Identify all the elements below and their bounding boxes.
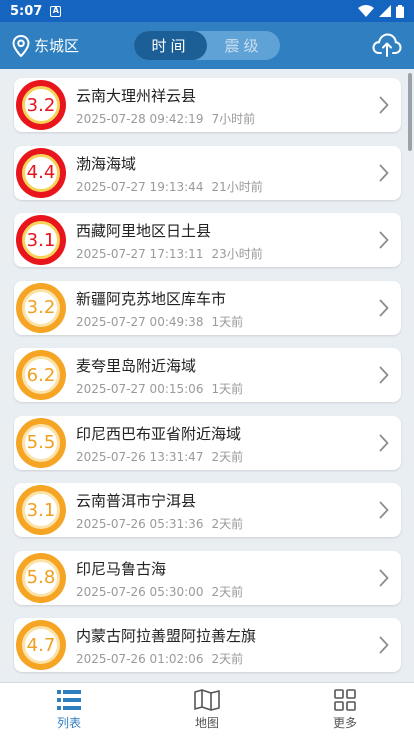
- quake-meta: 2025-07-27 00:15:06 1天前: [76, 380, 243, 397]
- quake-location: 云南普洱市宁洱县: [76, 492, 197, 510]
- magnitude-badge: 3.1: [16, 485, 66, 535]
- quake-ago: 23小时前: [211, 247, 263, 261]
- battery-icon: [396, 4, 404, 18]
- notification-icon: A: [50, 5, 62, 17]
- magnitude-badge: 4.7: [16, 620, 66, 670]
- quake-time: 2025-07-27 00:49:38: [76, 314, 204, 329]
- quake-meta: 2025-07-26 01:02:06 2天前: [76, 650, 243, 667]
- upload-button[interactable]: [372, 32, 402, 62]
- quake-time: 2025-07-27 19:13:44: [76, 179, 204, 194]
- magnitude-value: 5.5: [22, 423, 60, 462]
- quake-location: 新疆阿克苏地区库车市: [76, 289, 227, 308]
- tab-more-label: 更多: [332, 715, 357, 730]
- quake-ago: 1天前: [211, 382, 244, 396]
- chevron-right-icon: [379, 569, 389, 586]
- magnitude-value: 4.7: [22, 626, 60, 664]
- magnitude-badge: 3.1: [16, 215, 66, 265]
- quake-list-item[interactable]: 5.5 印尼西巴布亚省附近海域 2025-07-26 13:31:47 2天前: [14, 415, 401, 470]
- quake-list-item[interactable]: 3.1 云南普洱市宁洱县 2025-07-26 05:31:36 2天前: [14, 483, 401, 537]
- tab-magnitude[interactable]: 震级: [207, 31, 280, 60]
- quake-list-item[interactable]: 4.7 内蒙古阿拉善盟阿拉善左旗 2025-07-26 01:02:06 2天前: [14, 618, 401, 672]
- location-selector[interactable]: 东城区: [12, 34, 80, 57]
- map-icon: [194, 688, 220, 711]
- tab-time[interactable]: 时间: [134, 31, 207, 60]
- quake-meta: 2025-07-26 05:30:00 2天前: [76, 583, 243, 600]
- magnitude-badge: 5.5: [16, 417, 66, 468]
- magnitude-badge: 3.2: [16, 80, 66, 130]
- app-bar: 东城区 时间 震级: [0, 22, 414, 69]
- bottom-nav: 列表 地图 更多: [0, 682, 414, 736]
- signal-icon: [379, 5, 391, 17]
- chevron-right-icon: [379, 501, 389, 519]
- location-pin-icon: [12, 34, 30, 57]
- quake-list-item[interactable]: 3.2 云南大理州祥云县 2025-07-28 09:42:19 7小时前: [14, 78, 401, 132]
- quake-list-item[interactable]: 3.1 西藏阿里地区日土县 2025-07-27 17:13:11 23小时前: [14, 213, 401, 267]
- quake-meta: 2025-07-27 00:49:38 1天前: [76, 313, 243, 330]
- magnitude-badge: 6.2: [16, 350, 66, 400]
- tab-map[interactable]: 地图: [138, 683, 276, 736]
- quake-meta: 2025-07-28 09:42:19 7小时前: [76, 110, 255, 127]
- tab-list[interactable]: 列表: [0, 683, 138, 736]
- scrollbar[interactable]: [408, 73, 412, 151]
- quake-list-item[interactable]: 4.4 渤海海域 2025-07-27 19:13:44 21小时前: [14, 145, 401, 200]
- quake-ago: 21小时前: [211, 179, 263, 194]
- quake-ago: 7小时前: [211, 112, 256, 126]
- chevron-right-icon: [379, 434, 389, 451]
- magnitude-badge: 4.4: [16, 147, 66, 198]
- magnitude-badge: 3.2: [16, 282, 66, 333]
- quake-time: 2025-07-27 17:13:11: [76, 247, 204, 261]
- quake-meta: 2025-07-26 13:31:47 2天前: [76, 448, 243, 465]
- status-time: 5:07: [10, 3, 43, 19]
- location-label: 东城区: [34, 37, 80, 55]
- quake-list-item[interactable]: 3.2 新疆阿克苏地区库车市 2025-07-27 00:49:38 1天前: [14, 280, 401, 335]
- quake-time: 2025-07-26 05:31:36: [76, 517, 204, 531]
- magnitude-value: 5.8: [22, 558, 60, 597]
- quake-meta: 2025-07-27 17:13:11 23小时前: [76, 245, 263, 262]
- quake-ago: 1天前: [211, 314, 244, 329]
- quake-location: 云南大理州祥云县: [76, 87, 197, 105]
- quake-location: 西藏阿里地区日土县: [76, 222, 212, 240]
- quake-ago: 2天前: [211, 517, 244, 531]
- quake-time: 2025-07-26 13:31:47: [76, 449, 204, 464]
- sort-toggle: 时间 震级: [134, 31, 280, 60]
- list-icon: [57, 689, 81, 710]
- quake-location: 印尼马鲁古海: [76, 559, 167, 578]
- tab-more[interactable]: 更多: [276, 683, 414, 736]
- tab-list-label: 列表: [56, 715, 81, 730]
- quake-list-item[interactable]: 5.8 印尼马鲁古海 2025-07-26 05:30:00 2天前: [14, 550, 401, 605]
- quake-list-item[interactable]: 6.2 麦夸里岛附近海域 2025-07-27 00:15:06 1天前: [14, 348, 401, 402]
- magnitude-value: 3.2: [22, 288, 60, 327]
- magnitude-value: 6.2: [22, 356, 60, 394]
- quake-location: 渤海海域: [76, 154, 137, 173]
- quake-time: 2025-07-26 01:02:06: [76, 652, 204, 666]
- quake-time: 2025-07-27 00:15:06: [76, 382, 204, 396]
- quake-ago: 2天前: [211, 652, 244, 666]
- quake-ago: 2天前: [211, 584, 244, 599]
- quake-meta: 2025-07-26 05:31:36 2天前: [76, 515, 243, 532]
- quake-list: 3.2 云南大理州祥云县 2025-07-28 09:42:19 7小时前 4.4 渤海海…: [0, 69, 414, 682]
- grid-icon: [334, 688, 356, 711]
- chevron-right-icon: [379, 636, 389, 654]
- quake-location: 印尼西巴布亚省附近海域: [76, 424, 242, 443]
- chevron-right-icon: [379, 366, 389, 384]
- quake-location: 内蒙古阿拉善盟阿拉善左旗: [76, 627, 257, 645]
- wifi-icon: [358, 5, 374, 17]
- chevron-right-icon: [379, 164, 389, 181]
- magnitude-badge: 5.8: [16, 552, 66, 603]
- chevron-right-icon: [379, 96, 389, 114]
- quake-time: 2025-07-26 05:30:00: [76, 584, 204, 599]
- magnitude-value: 3.2: [22, 86, 60, 124]
- quake-location: 麦夸里岛附近海域: [76, 357, 197, 375]
- chevron-right-icon: [379, 231, 389, 249]
- magnitude-value: 4.4: [22, 153, 60, 192]
- quake-time: 2025-07-28 09:42:19: [76, 112, 204, 126]
- status-bar: 5:07 A: [0, 0, 414, 22]
- chevron-right-icon: [379, 299, 389, 316]
- cloud-upload-icon: [372, 33, 402, 57]
- tab-map-label: 地图: [194, 715, 219, 730]
- quake-meta: 2025-07-27 19:13:44 21小时前: [76, 178, 263, 195]
- magnitude-value: 3.1: [22, 221, 60, 259]
- quake-ago: 2天前: [211, 449, 244, 464]
- magnitude-value: 3.1: [22, 491, 60, 529]
